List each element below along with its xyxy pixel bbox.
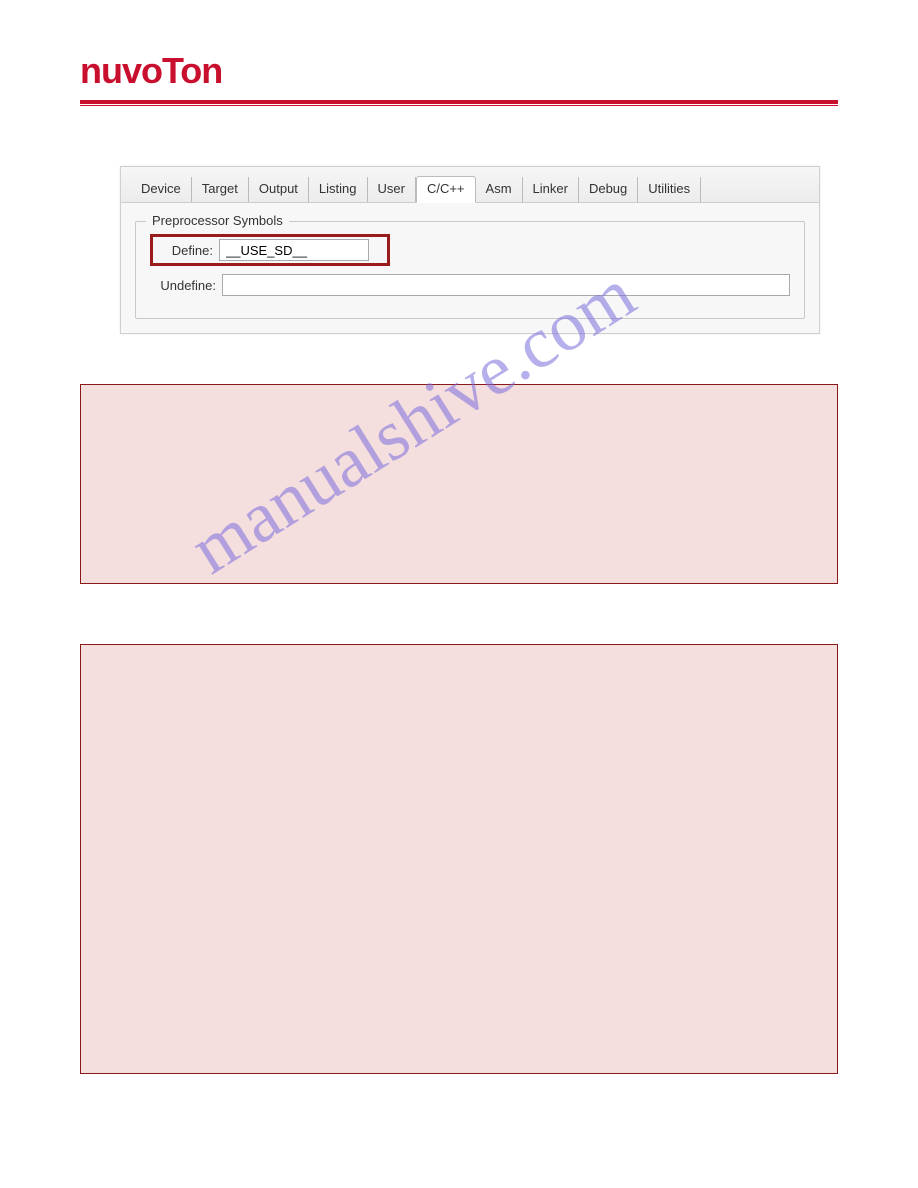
tab-debug[interactable]: Debug	[579, 177, 638, 202]
tab-target[interactable]: Target	[192, 177, 249, 202]
redacted-block-2	[80, 644, 838, 1074]
header-divider	[80, 100, 838, 106]
tab-device[interactable]: Device	[131, 177, 192, 202]
brand-logo: nuvoTon	[80, 50, 838, 92]
define-highlight-box: Define:	[150, 234, 390, 266]
tab-utilities[interactable]: Utilities	[638, 177, 701, 202]
preprocessor-symbols-group: Preprocessor Symbols Define: Undefine:	[135, 221, 805, 319]
tab-linker[interactable]: Linker	[523, 177, 579, 202]
undefine-row: Undefine:	[150, 274, 790, 296]
define-label: Define:	[153, 243, 219, 258]
group-legend: Preprocessor Symbols	[146, 213, 289, 228]
define-row: Define:	[150, 234, 790, 266]
undefine-input[interactable]	[222, 274, 790, 296]
ide-options-panel: Device Target Output Listing User C/C++ …	[120, 166, 820, 334]
tab-output[interactable]: Output	[249, 177, 309, 202]
tab-content: Preprocessor Symbols Define: Undefine:	[121, 202, 819, 333]
redacted-block-1	[80, 384, 838, 584]
tab-user[interactable]: User	[368, 177, 416, 202]
tab-asm[interactable]: Asm	[476, 177, 523, 202]
tab-listing[interactable]: Listing	[309, 177, 368, 202]
define-input[interactable]	[219, 239, 369, 261]
tab-c-cpp[interactable]: C/C++	[416, 176, 476, 203]
tab-bar: Device Target Output Listing User C/C++ …	[121, 167, 819, 202]
undefine-label: Undefine:	[150, 278, 222, 293]
